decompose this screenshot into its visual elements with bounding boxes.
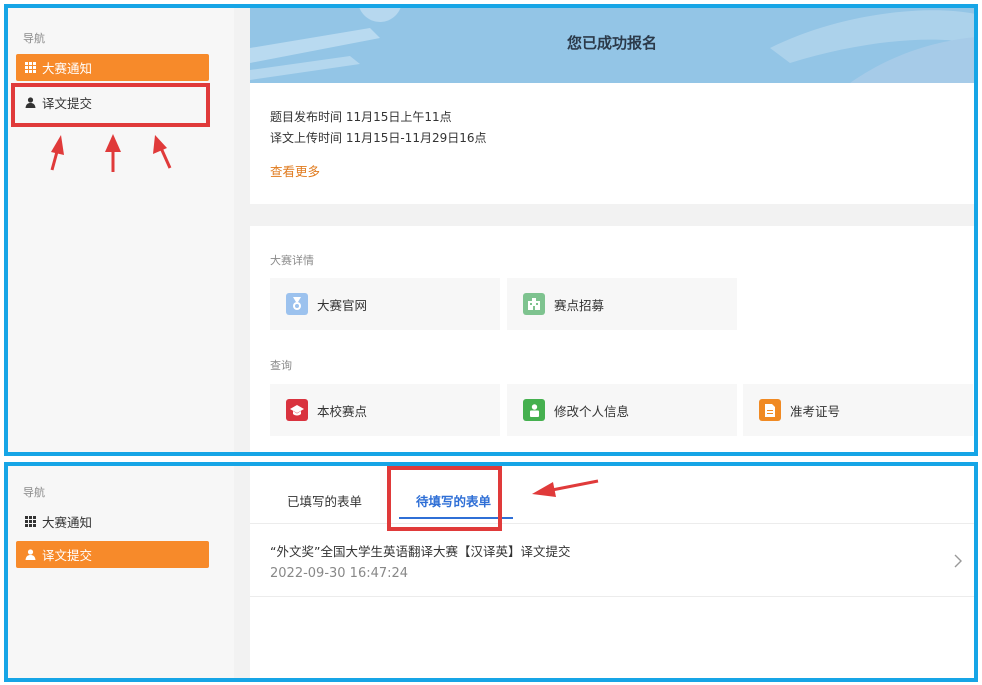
chevron-right-icon (954, 552, 962, 573)
tile-label: 赛点招募 (554, 297, 605, 313)
nav-title: 导航 (23, 32, 45, 45)
tile-school-site[interactable]: 本校赛点 (270, 384, 500, 436)
main-content: 您已成功报名 题目发布时间 11月15日上午11点 译文上传时间 11月15日-… (234, 8, 974, 452)
sidebar-item-contest-notice[interactable]: 大赛通知 (16, 54, 209, 81)
medal-icon (286, 293, 308, 315)
tile-label: 准考证号 (790, 403, 841, 419)
tile-admission-ticket[interactable]: 准考证号 (743, 384, 973, 436)
highlight-box-submit-menu (11, 83, 210, 127)
tile-label: 修改个人信息 (554, 403, 630, 419)
sidebar-item-label: 大赛通知 (42, 61, 93, 76)
sidebar: 导航 大赛通知 译文提交 (8, 466, 234, 678)
sidebar: 导航 大赛通知 译文提交 (8, 8, 234, 452)
tile-official-website[interactable]: 大赛官网 (270, 278, 500, 330)
page-title: 您已成功报名 (566, 34, 657, 52)
main-content: 已填写的表单 待填写的表单 “外文奖”全国大学生英语翻译大赛【汉译英】译文提交 … (234, 466, 974, 678)
form-title: “外文奖”全国大学生英语翻译大赛【汉译英】译文提交 (270, 544, 571, 559)
graduation-cap-icon (286, 399, 308, 421)
nav-title: 导航 (23, 486, 45, 499)
sidebar-item-label: 译文提交 (42, 548, 93, 563)
sidebar-item-translation-submit[interactable]: 译文提交 (16, 541, 209, 568)
user-icon (24, 549, 36, 561)
info-card: 题目发布时间 11月15日上午11点 译文上传时间 11月15日-11月29日1… (250, 83, 974, 204)
form-timestamp: 2022-09-30 16:47:24 (270, 566, 409, 581)
document-icon (759, 399, 781, 421)
top-screenshot-panel: 导航 大赛通知 译文提交 您已成功报名 题目发布时间 11月15日上午11点 译… (4, 4, 978, 456)
person-icon (523, 399, 545, 421)
details-card: 大赛详情 大赛官网 赛点招募 查询 本校赛点 修改个人信息 准考证号 (250, 226, 974, 452)
sidebar-item-contest-notice[interactable]: 大赛通知 (16, 508, 209, 535)
tile-edit-profile[interactable]: 修改个人信息 (507, 384, 737, 436)
tile-label: 本校赛点 (317, 403, 368, 419)
view-more-link[interactable]: 查看更多 (270, 161, 320, 180)
section-label-contest-details: 大赛详情 (270, 254, 314, 267)
grid-icon (24, 62, 36, 74)
building-icon (523, 293, 545, 315)
section-label-query: 查询 (270, 359, 292, 372)
grid-icon (24, 516, 36, 528)
sidebar-item-label: 大赛通知 (42, 515, 93, 530)
form-list: “外文奖”全国大学生英语翻译大赛【汉译英】译文提交 2022-09-30 16:… (250, 524, 974, 678)
status-banner: 您已成功报名 (250, 8, 974, 83)
upload-time-text: 译文上传时间 11月15日-11月29日16点 (270, 131, 487, 145)
highlight-box-pending-tab (387, 466, 502, 531)
tab-filled-forms[interactable]: 已填写的表单 (287, 491, 362, 510)
release-time-text: 题目发布时间 11月15日上午11点 (270, 110, 452, 124)
tile-label: 大赛官网 (317, 297, 368, 313)
list-item[interactable]: “外文奖”全国大学生英语翻译大赛【汉译英】译文提交 2022-09-30 16:… (250, 524, 974, 597)
form-tabs: 已填写的表单 待填写的表单 (250, 466, 974, 524)
tile-site-recruitment[interactable]: 赛点招募 (507, 278, 737, 330)
